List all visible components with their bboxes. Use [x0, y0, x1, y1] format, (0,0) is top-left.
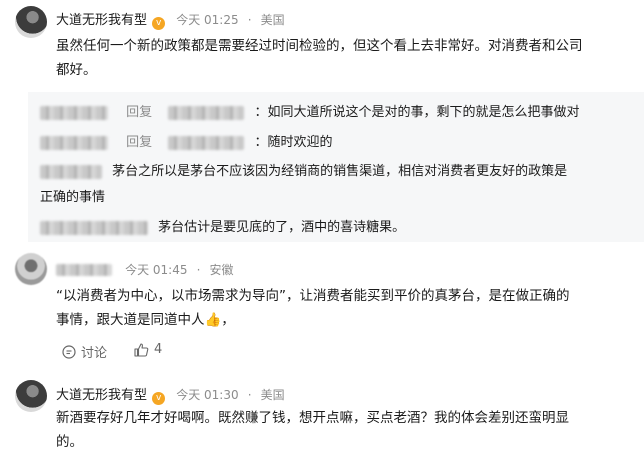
- comment-header: 大道无形我有型 v 今天 01:30 · 美国: [56, 384, 285, 405]
- meta-separator: ·: [196, 263, 201, 277]
- comment-time: 今天 01:25: [176, 13, 239, 27]
- reply-text: 茅台估计是要见底的了，酒中的喜诗糖果。: [158, 220, 406, 235]
- reply-text: ：随时欢迎的: [254, 135, 333, 150]
- discuss-icon: [62, 344, 76, 359]
- reply-item[interactable]: 茅台估计是要见底的了，酒中的喜诗糖果。: [40, 216, 405, 235]
- comment-time: 今天 01:45: [125, 263, 188, 277]
- avatar[interactable]: [15, 253, 47, 285]
- blurred-username: [168, 135, 245, 150]
- reply-item[interactable]: 回复 ：如同大道所说这个是对的事，剩下的就是怎么把事做对: [40, 101, 579, 120]
- comment-time: 今天 01:30: [176, 388, 239, 402]
- blurred-username: [56, 263, 112, 276]
- blurred-username: [40, 164, 102, 179]
- reply-word: 回复: [126, 135, 153, 150]
- comment-text-line: 的。: [56, 434, 83, 450]
- vip-badge-icon: v: [152, 392, 166, 405]
- comment-text: “以消费者为中心，以市场需求为导向”，让消费者能买到平价的真茅台，是在做正确的 …: [56, 284, 636, 332]
- reply-item[interactable]: 茅台之所以是茅台不应该因为经销商的销售渠道，相信对消费者更友好的政策是: [40, 160, 640, 184]
- author-name[interactable]: 大道无形我有型: [56, 388, 147, 403]
- avatar[interactable]: [15, 380, 47, 412]
- blurred-username: [40, 220, 148, 235]
- comment-text: 新酒要存好几年才好喝啊。既然赚了钱，想开点嘛，买点老酒？我的体会差别还蛮明显 的…: [56, 406, 636, 454]
- meta-separator: ·: [247, 388, 252, 402]
- blurred-username: [168, 105, 245, 120]
- reply-text: 茅台之所以是茅台不应该因为经销商的销售渠道，相信对消费者更友好的政策是: [112, 164, 568, 179]
- author-name[interactable]: 大道无形我有型: [56, 13, 147, 28]
- reply-word: 回复: [126, 105, 153, 120]
- avatar[interactable]: [15, 6, 47, 38]
- comment-text-line: 事情，跟大道是同道中人👍，: [56, 312, 235, 328]
- reply-item[interactable]: 回复 ：随时欢迎的: [40, 131, 332, 150]
- comment-header: 大道无形我有型 v 今天 01:25 · 美国: [56, 9, 285, 30]
- vip-badge-icon: v: [152, 17, 166, 30]
- comment-header: 今天 01:45 · 安徽: [56, 259, 234, 278]
- comment-location: 美国: [260, 388, 285, 402]
- comment-text-line: 新酒要存好几年才好喝啊。既然赚了钱，想开点嘛，买点老酒？我的体会差别还蛮明显: [56, 410, 569, 426]
- thumbs-up-icon: [134, 342, 149, 357]
- blurred-username: [40, 105, 108, 120]
- reply-text: ：如同大道所说这个是对的事，剩下的就是怎么把事做对: [254, 105, 580, 120]
- comment-location: 安徽: [209, 263, 234, 277]
- comment-text-line: “以消费者为中心，以市场需求为导向”，让消费者能买到平价的真茅台，是在做正确的: [56, 288, 570, 304]
- comment-location: 美国: [260, 13, 285, 27]
- like-count: 4: [154, 342, 163, 357]
- like-button[interactable]: 4: [134, 342, 162, 357]
- comment-text: 虽然任何一个新的政策都是需要经过时间检验的，但这个看上去非常好。对消费者和公司 …: [56, 34, 636, 82]
- reply-text-continuation: 正确的事情: [40, 190, 106, 205]
- meta-separator: ·: [247, 13, 252, 27]
- discuss-button[interactable]: 讨论: [62, 342, 107, 361]
- discuss-label: 讨论: [81, 346, 108, 361]
- comment-text-line: 都好。: [56, 62, 97, 78]
- comment-text-line: 虽然任何一个新的政策都是需要经过时间检验的，但这个看上去非常好。对消费者和公司: [56, 38, 583, 54]
- blurred-username: [40, 135, 108, 150]
